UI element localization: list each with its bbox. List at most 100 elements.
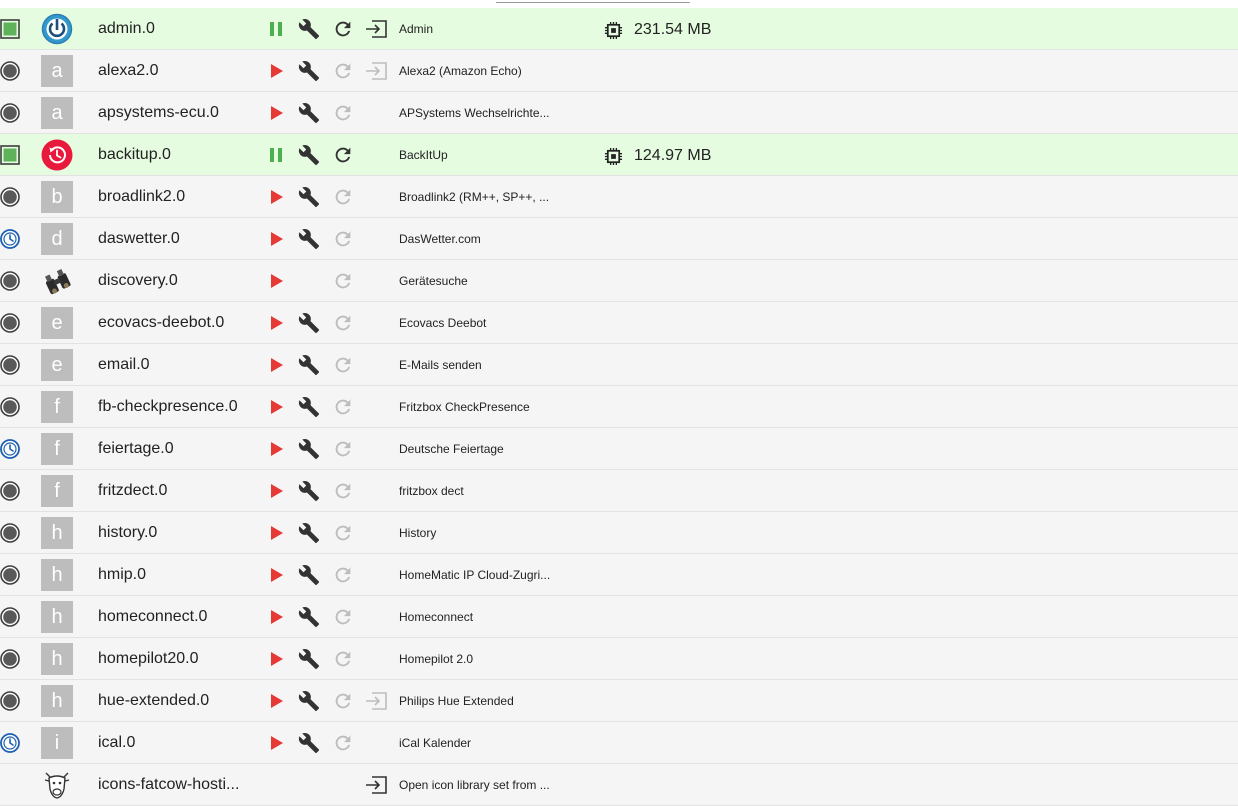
- start-button[interactable]: [266, 523, 286, 543]
- settings-wrench-button[interactable]: [298, 354, 320, 376]
- adapter-list: admin.0 Admin 231.54 MB a alexa2.0 Alexa2 (Am…: [0, 8, 1238, 806]
- start-button[interactable]: [266, 649, 286, 669]
- start-button[interactable]: [266, 481, 286, 501]
- adapter-title: fritzbox dect: [399, 484, 464, 498]
- restart-button: [332, 522, 354, 544]
- status-stopped-icon: [0, 187, 20, 207]
- settings-wrench-button[interactable]: [298, 186, 320, 208]
- adapter-title: Deutsche Feiertage: [399, 442, 504, 456]
- open-web-button: [364, 690, 388, 712]
- status-running-icon: [0, 19, 20, 39]
- status-stopped-icon: [0, 313, 20, 333]
- settings-wrench-button[interactable]: [298, 312, 320, 334]
- restart-button: [332, 438, 354, 460]
- start-button[interactable]: [266, 187, 286, 207]
- adapter-row: h hue-extended.0 Philips Hue Extended: [0, 680, 1238, 722]
- adapter-row: a apsystems-ecu.0 APSystems Wechselrichte.…: [0, 92, 1238, 134]
- adapter-row: discovery.0 Gerätesuche: [0, 260, 1238, 302]
- cow-logo-icon: [41, 769, 73, 801]
- start-button[interactable]: [266, 691, 286, 711]
- status-stopped-icon: [0, 61, 20, 81]
- adapter-title: APSystems Wechselrichte...: [399, 106, 550, 120]
- adapter-name: hmip.0: [98, 566, 147, 583]
- restart-button: [332, 312, 354, 334]
- settings-wrench-button[interactable]: [298, 396, 320, 418]
- restart-button[interactable]: [332, 18, 354, 40]
- settings-wrench-button[interactable]: [298, 522, 320, 544]
- start-button[interactable]: [266, 61, 286, 81]
- restart-button: [332, 228, 354, 250]
- adapter-row: f feiertage.0 Deutsche Feiertage: [0, 428, 1238, 470]
- start-button[interactable]: [266, 439, 286, 459]
- settings-wrench-button[interactable]: [298, 648, 320, 670]
- adapter-letter-icon: i: [41, 727, 73, 759]
- settings-wrench-button[interactable]: [298, 60, 320, 82]
- adapter-row: f fritzdect.0 fritzbox dect: [0, 470, 1238, 512]
- adapter-row: b broadlink2.0 Broadlink2 (RM++, SP++, ...: [0, 176, 1238, 218]
- adapter-title: Homepilot 2.0: [399, 652, 474, 666]
- settings-wrench-button[interactable]: [298, 480, 320, 502]
- adapter-title: Ecovacs Deebot: [399, 316, 487, 330]
- pause-button[interactable]: [266, 145, 286, 165]
- adapter-title: BackItUp: [399, 148, 448, 162]
- status-stopped-icon: [0, 565, 20, 585]
- settings-wrench-button[interactable]: [298, 438, 320, 460]
- admin-logo-icon: [41, 13, 73, 45]
- start-button[interactable]: [266, 313, 286, 333]
- start-button[interactable]: [266, 733, 286, 753]
- adapter-title: E-Mails senden: [399, 358, 482, 372]
- open-web-button[interactable]: [364, 18, 388, 40]
- adapter-name: admin.0: [98, 20, 155, 37]
- status-stopped-icon: [0, 649, 20, 669]
- restart-button: [332, 480, 354, 502]
- start-button[interactable]: [266, 355, 286, 375]
- settings-wrench-button[interactable]: [298, 564, 320, 586]
- adapter-row: f fb-checkpresence.0 Fritzbox CheckPresenc…: [0, 386, 1238, 428]
- adapter-name: alexa2.0: [98, 62, 159, 79]
- adapter-letter-icon: f: [41, 475, 73, 507]
- start-button[interactable]: [266, 103, 286, 123]
- adapter-name: broadlink2.0: [98, 188, 186, 205]
- status-stopped-icon: [0, 355, 20, 375]
- pause-button[interactable]: [266, 19, 286, 39]
- restart-button: [332, 732, 354, 754]
- settings-wrench-button[interactable]: [298, 690, 320, 712]
- settings-wrench-button[interactable]: [298, 228, 320, 250]
- start-button[interactable]: [266, 397, 286, 417]
- settings-wrench-button[interactable]: [298, 102, 320, 124]
- adapter-name: homepilot20.0: [98, 650, 199, 667]
- backitup-logo-icon: [41, 139, 73, 171]
- restart-button[interactable]: [332, 144, 354, 166]
- adapter-letter-icon: e: [41, 349, 73, 381]
- adapter-row: admin.0 Admin 231.54 MB: [0, 8, 1238, 50]
- adapter-letter-icon: f: [41, 433, 73, 465]
- adapter-title: iCal Kalender: [399, 736, 472, 750]
- adapter-title: Gerätesuche: [399, 274, 468, 288]
- status-stopped-icon: [0, 481, 20, 501]
- settings-wrench-button[interactable]: [298, 606, 320, 628]
- start-button[interactable]: [266, 229, 286, 249]
- adapter-letter-icon: a: [41, 55, 73, 87]
- adapter-title: History: [399, 526, 437, 540]
- start-button[interactable]: [266, 607, 286, 627]
- adapter-letter-icon: d: [41, 223, 73, 255]
- adapter-letter-icon: e: [41, 307, 73, 339]
- adapter-letter-icon: a: [41, 97, 73, 129]
- adapter-row: h homepilot20.0 Homepilot 2.0: [0, 638, 1238, 680]
- restart-button: [332, 564, 354, 586]
- restart-button: [332, 354, 354, 376]
- adapter-title: Fritzbox CheckPresence: [399, 400, 530, 414]
- settings-wrench-button[interactable]: [298, 144, 320, 166]
- settings-wrench-button[interactable]: [298, 732, 320, 754]
- adapter-row: i ical.0 iCal Kalender: [0, 722, 1238, 764]
- start-button[interactable]: [266, 565, 286, 585]
- open-web-button[interactable]: [364, 774, 388, 796]
- settings-wrench-button[interactable]: [298, 18, 320, 40]
- adapter-row: icons-fatcow-hosti... Open icon library s…: [0, 764, 1238, 806]
- adapter-name: daswetter.0: [98, 230, 180, 247]
- status-running-icon: [0, 145, 20, 165]
- memory-value: 124.97 MB: [634, 147, 712, 164]
- status-schedule-icon: [0, 229, 20, 249]
- start-button[interactable]: [266, 271, 286, 291]
- restart-button: [332, 102, 354, 124]
